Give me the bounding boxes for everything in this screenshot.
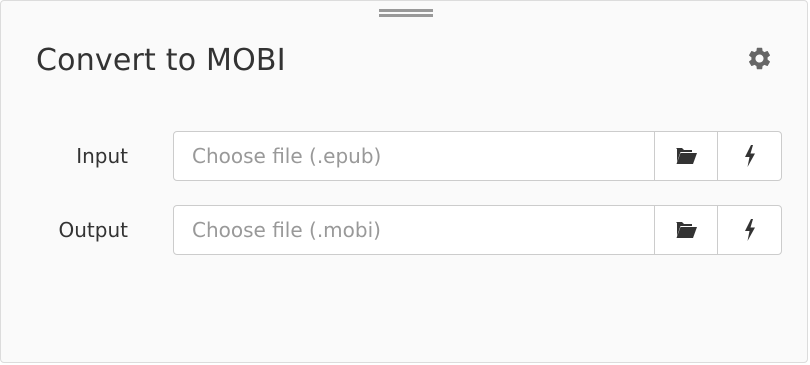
bolt-icon [744, 145, 755, 167]
gear-icon [748, 47, 771, 70]
drag-handle-line [379, 14, 433, 17]
output-file-field[interactable] [173, 205, 655, 255]
output-quick-button[interactable] [717, 205, 782, 255]
convert-panel: Convert to MOBI Input Output [0, 0, 808, 363]
output-label: Output [58, 218, 128, 242]
drag-handle-icon[interactable] [379, 9, 433, 18]
input-file-field[interactable] [173, 131, 655, 181]
folder-open-icon [676, 222, 697, 238]
bolt-icon [744, 219, 755, 241]
panel-title: Convert to MOBI [36, 43, 286, 78]
input-label: Input [76, 144, 128, 168]
folder-open-icon [676, 148, 697, 164]
drag-handle-line [379, 9, 433, 12]
output-browse-button[interactable] [654, 205, 718, 255]
input-quick-button[interactable] [717, 131, 782, 181]
settings-button[interactable] [746, 45, 773, 72]
input-browse-button[interactable] [654, 131, 718, 181]
